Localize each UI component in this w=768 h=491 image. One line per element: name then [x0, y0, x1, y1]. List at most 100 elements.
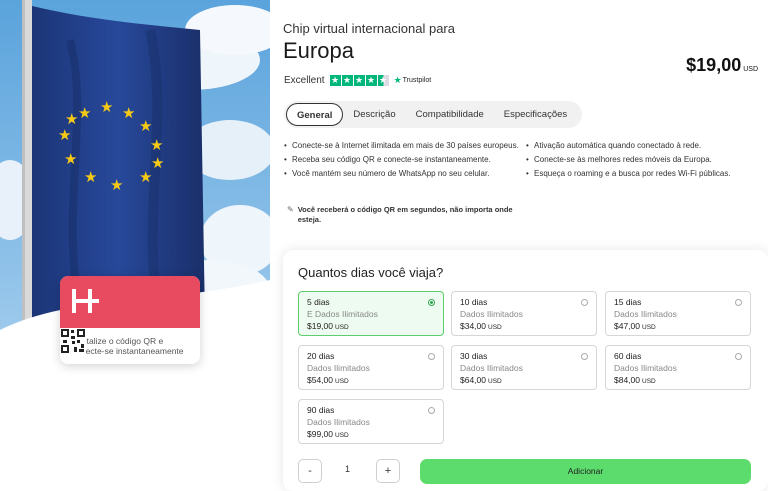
rating-stars: ★ ★ ★ ★ ★: [329, 75, 389, 86]
svg-text:★: ★: [122, 104, 135, 122]
option-price: $34,00 USD: [460, 321, 588, 331]
brand-banner: [60, 276, 200, 328]
radio-button[interactable]: [428, 407, 435, 414]
rating-label: Excellent: [284, 75, 325, 86]
selector-title: Quantos dias você viaja?: [298, 265, 444, 280]
svg-text:★: ★: [150, 136, 163, 154]
plan-option-5-days[interactable]: 5 dias E Dados Ilimitados $19,00 USD: [298, 291, 444, 336]
option-price-amount: $47,00: [614, 321, 640, 331]
option-price: $54,00 USD: [307, 375, 435, 385]
card-footer: Digitalize o código QR e conecte-se inst…: [60, 328, 200, 364]
option-price-currency: USD: [488, 378, 502, 385]
option-price-amount: $54,00: [307, 375, 333, 385]
option-price-amount: $64,00: [460, 375, 486, 385]
radio-button[interactable]: [428, 299, 435, 306]
holafly-logo-icon: [72, 289, 99, 313]
option-data: Dados Ilimitados: [460, 309, 523, 319]
product-price: $19,00 USD: [686, 55, 758, 76]
feature-item: Você mantém seu número de WhatsApp no se…: [284, 168, 526, 179]
svg-text:★: ★: [64, 150, 77, 168]
tab-descricao[interactable]: Descrição: [343, 103, 405, 126]
option-data: Dados Ilimitados: [460, 363, 523, 373]
option-data: E Dados Ilimitados: [307, 309, 378, 319]
option-price-amount: $99,00: [307, 429, 333, 439]
radio-button[interactable]: [735, 353, 742, 360]
svg-text:★: ★: [84, 168, 97, 186]
card-caption: Digitalize o código QR e conecte-se inst…: [72, 336, 184, 356]
info-tabs: General Descrição Compatibilidade Especi…: [284, 101, 582, 128]
plan-option-10-days[interactable]: 10 dias Dados Ilimitados $34,00 USD: [451, 291, 597, 336]
svg-text:★: ★: [139, 168, 152, 186]
option-days: 30 dias: [460, 351, 488, 361]
option-price-currency: USD: [488, 324, 502, 331]
half-star-icon: ★: [377, 75, 389, 86]
trustpilot-rating[interactable]: Excellent ★ ★ ★ ★ ★ ★ Trustpilot: [284, 75, 431, 86]
star-icon: ★: [365, 75, 377, 86]
price-amount: $19,00: [686, 55, 742, 75]
esim-card: Digitalize o código QR e conecte-se inst…: [60, 276, 200, 364]
trustpilot-star-icon: ★: [393, 75, 402, 85]
option-price: $99,00 USD: [307, 429, 435, 439]
svg-text:★: ★: [139, 117, 152, 135]
option-price: $47,00 USD: [614, 321, 742, 331]
option-days: 5 dias: [307, 297, 330, 307]
option-price-amount: $84,00: [614, 375, 640, 385]
star-icon: ★: [341, 75, 353, 86]
option-data: Dados Ilimitados: [307, 363, 370, 373]
plan-option-20-days[interactable]: 20 dias Dados Ilimitados $54,00 USD: [298, 345, 444, 390]
feature-item: Conecte-se às melhores redes móveis da E…: [526, 154, 731, 165]
option-price-amount: $34,00: [460, 321, 486, 331]
feature-item: Ativação automática quando conectado à r…: [526, 140, 731, 151]
svg-text:★: ★: [151, 154, 164, 172]
plan-option-15-days[interactable]: 15 dias Dados Ilimitados $47,00 USD: [605, 291, 751, 336]
option-data: Dados Ilimitados: [614, 363, 677, 373]
svg-text:★: ★: [58, 126, 71, 144]
option-days: 20 dias: [307, 351, 335, 361]
add-to-cart-button[interactable]: Adicionar: [420, 459, 751, 484]
svg-text:★: ★: [65, 110, 78, 128]
option-data: Dados Ilimitados: [614, 309, 677, 319]
feature-item: Conecte-se à Internet ilimitada em mais …: [284, 140, 526, 151]
hero-image: ★ ★ ★ ★ ★ ★ ★ ★ ★ ★ ★ ★ Digitalize o cód…: [0, 0, 270, 491]
tab-especificacoes[interactable]: Especificações: [494, 103, 577, 126]
trustpilot-logo: ★ Trustpilot: [394, 75, 432, 86]
svg-text:★: ★: [100, 98, 113, 116]
option-price-currency: USD: [642, 324, 656, 331]
radio-button[interactable]: [581, 353, 588, 360]
feature-column-right: Ativação automática quando conectado à r…: [526, 140, 731, 182]
qr-delivery-note: ✎ Você receberá o código QR em segundos,…: [287, 205, 527, 225]
tab-compatibilidade[interactable]: Compatibilidade: [406, 103, 494, 126]
radio-button[interactable]: [428, 353, 435, 360]
svg-text:★: ★: [78, 104, 91, 122]
price-currency: USD: [743, 66, 758, 73]
plan-option-90-days[interactable]: 90 dias Dados Ilimitados $99,00 USD: [298, 399, 444, 444]
plan-option-30-days[interactable]: 30 dias Dados Ilimitados $64,00 USD: [451, 345, 597, 390]
option-price: $19,00 USD: [307, 321, 435, 331]
option-data: Dados Ilimitados: [307, 417, 370, 427]
option-price-currency: USD: [335, 432, 349, 439]
option-price-currency: USD: [642, 378, 656, 385]
note-text: Você receberá o código QR em segundos, n…: [297, 205, 513, 224]
quantity-decrease-button[interactable]: -: [298, 459, 322, 483]
plan-option-60-days[interactable]: 60 dias Dados Ilimitados $84,00 USD: [605, 345, 751, 390]
trustpilot-name: Trustpilot: [402, 77, 432, 84]
star-icon: ★: [329, 75, 341, 86]
option-price: $84,00 USD: [614, 375, 742, 385]
product-subtitle: Chip virtual internacional para: [283, 21, 455, 36]
svg-text:★: ★: [110, 176, 123, 194]
feature-list: Conecte-se à Internet ilimitada em mais …: [284, 140, 754, 182]
option-days: 15 dias: [614, 297, 642, 307]
feature-item: Receba seu código QR e conecte-se instan…: [284, 154, 526, 165]
option-days: 10 dias: [460, 297, 488, 307]
pencil-icon: ✎: [287, 205, 294, 214]
quantity-value: 1: [345, 464, 351, 474]
option-price-currency: USD: [335, 324, 349, 331]
option-price-amount: $19,00: [307, 321, 333, 331]
feature-item: Esqueça o roaming e a busca por redes Wi…: [526, 168, 731, 179]
radio-button[interactable]: [581, 299, 588, 306]
quantity-increase-button[interactable]: +: [376, 459, 400, 483]
tab-general[interactable]: General: [286, 103, 344, 126]
star-icon: ★: [353, 75, 365, 86]
radio-button[interactable]: [735, 299, 742, 306]
product-title: Europa: [283, 38, 354, 63]
